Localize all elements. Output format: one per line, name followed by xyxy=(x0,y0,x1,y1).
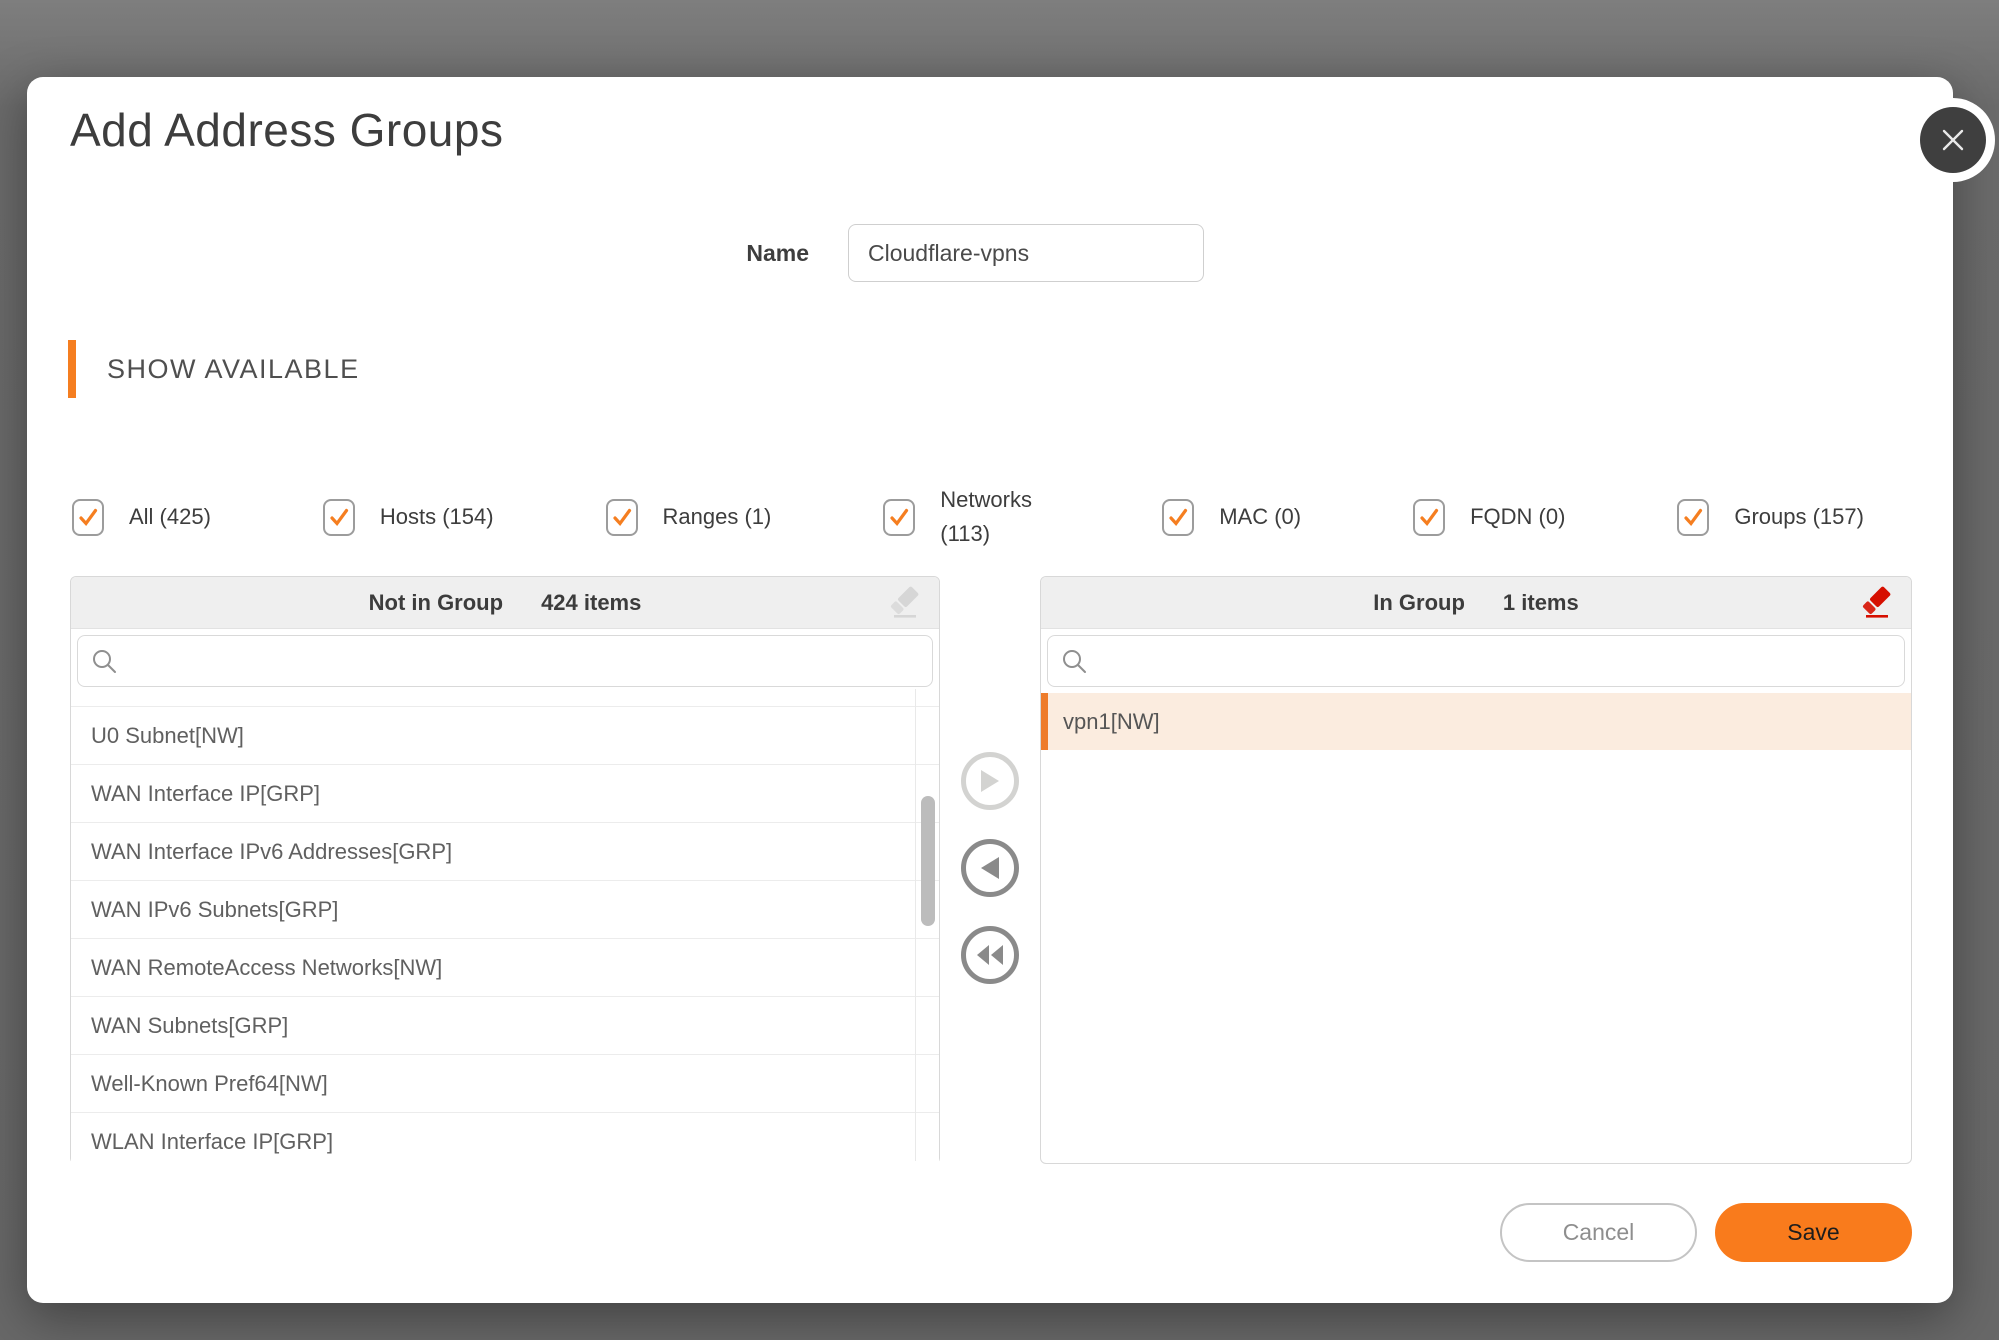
close-button[interactable] xyxy=(1911,98,1995,182)
filter-label: Networks (113) xyxy=(940,483,1050,551)
arrow-left-icon xyxy=(980,857,1000,879)
not-in-group-list: U0 Subnet[NW] WAN Interface IP[GRP] WAN … xyxy=(71,693,939,1170)
list-item[interactable]: WLAN Interface IP[GRP] xyxy=(71,1112,939,1170)
list-item-label: vpn1[NW] xyxy=(1063,709,1160,735)
list-item-label: WAN Interface IP[GRP] xyxy=(91,781,320,807)
not-in-group-search xyxy=(77,635,933,687)
checkbox-checked-icon xyxy=(323,499,355,536)
filter-checkbox-item[interactable]: Groups (157) xyxy=(1677,499,1864,536)
transfer-controls xyxy=(961,752,1019,984)
double-arrow-left-icon xyxy=(976,945,1004,965)
search-icon xyxy=(1061,648,1088,675)
filter-label: Groups (157) xyxy=(1734,500,1864,534)
accent-bar xyxy=(68,340,76,398)
list-item-label: WAN Subnets[GRP] xyxy=(91,1013,288,1039)
checkbox-checked-icon xyxy=(1162,499,1194,536)
move-right-button[interactable] xyxy=(961,752,1019,810)
panel-item-count: 424 items xyxy=(541,590,641,616)
checkbox-checked-icon xyxy=(72,499,104,536)
panel-item-count: 1 items xyxy=(1503,590,1579,616)
clear-list-button[interactable] xyxy=(885,584,925,624)
list-item-label: Well-Known Pref64[NW] xyxy=(91,1071,328,1097)
list-item[interactable]: WAN RemoteAccess Networks[NW] xyxy=(71,938,939,996)
filter-checkbox-item[interactable]: Ranges (1) xyxy=(606,499,772,536)
scrollbar-thumb[interactable] xyxy=(921,796,935,926)
close-icon xyxy=(1920,107,1986,173)
scrollbar-track xyxy=(915,689,916,1161)
checkbox-checked-icon xyxy=(1677,499,1709,536)
save-button[interactable]: Save xyxy=(1715,1203,1912,1262)
page-title: Add Address Groups xyxy=(70,103,503,157)
list-item-label: WAN RemoteAccess Networks[NW] xyxy=(91,955,442,981)
add-address-groups-dialog: Add Address Groups Name SHOW AVAILABLE A… xyxy=(27,77,1953,1303)
panel-title: Not in Group xyxy=(369,590,503,616)
eraser-icon xyxy=(887,586,923,622)
not-in-group-panel: Not in Group 424 items xyxy=(70,576,940,1164)
eraser-icon xyxy=(1859,586,1895,622)
list-item-label: U0 Subnet[NW] xyxy=(91,723,244,749)
list-item[interactable]: WAN Subnets[GRP] xyxy=(71,996,939,1054)
list-item-label: WAN Interface IPv6 Addresses[GRP] xyxy=(91,839,452,865)
checkbox-checked-icon xyxy=(606,499,638,536)
filter-checkbox-item[interactable]: All (425) xyxy=(72,499,211,536)
move-left-button[interactable] xyxy=(961,839,1019,897)
move-all-left-button[interactable] xyxy=(961,926,1019,984)
list-item-label: WAN IPv6 Subnets[GRP] xyxy=(91,897,338,923)
show-available-section: SHOW AVAILABLE xyxy=(68,340,360,398)
in-group-header: In Group 1 items xyxy=(1041,577,1911,629)
filter-label: FQDN (0) xyxy=(1470,500,1565,534)
filter-label: All (425) xyxy=(129,500,211,534)
filter-label: Ranges (1) xyxy=(663,500,772,534)
search-icon xyxy=(91,648,118,675)
not-in-group-header: Not in Group 424 items xyxy=(71,577,939,629)
filter-checkbox-item[interactable]: FQDN (0) xyxy=(1413,499,1565,536)
clear-group-button[interactable] xyxy=(1857,584,1897,624)
filter-checkbox-item[interactable]: Hosts (154) xyxy=(323,499,494,536)
in-group-panel: In Group 1 items vpn1[NW] xyxy=(1040,576,1912,1164)
list-item-label: WLAN Interface IP[GRP] xyxy=(91,1129,333,1155)
search-input[interactable] xyxy=(1098,639,1904,683)
name-field-label: Name xyxy=(627,240,809,267)
name-input[interactable] xyxy=(848,224,1204,282)
filter-checkbox-item[interactable]: MAC (0) xyxy=(1162,499,1301,536)
list-item[interactable]: Well-Known Pref64[NW] xyxy=(71,1054,939,1112)
list-item[interactable]: WAN Interface IP[GRP] xyxy=(71,764,939,822)
list-item[interactable]: WAN IPv6 Subnets[GRP] xyxy=(71,880,939,938)
section-label: SHOW AVAILABLE xyxy=(107,354,360,385)
filter-row: All (425) Hosts (154) Ranges (1) xyxy=(72,467,1864,567)
arrow-right-icon xyxy=(980,770,1000,792)
in-group-selected-item[interactable]: vpn1[NW] xyxy=(1041,693,1911,750)
panel-title: In Group xyxy=(1373,590,1465,616)
list-item[interactable]: U0 Subnet[NW] xyxy=(71,706,939,764)
checkbox-checked-icon xyxy=(1413,499,1445,536)
in-group-search xyxy=(1047,635,1905,687)
checkbox-checked-icon xyxy=(883,499,915,536)
filter-checkbox-item[interactable]: Networks (113) xyxy=(883,483,1050,551)
filter-label: MAC (0) xyxy=(1219,500,1301,534)
search-input[interactable] xyxy=(128,639,932,683)
list-item[interactable]: WAN Interface IPv6 Addresses[GRP] xyxy=(71,822,939,880)
cancel-button[interactable]: Cancel xyxy=(1500,1203,1697,1262)
filter-label: Hosts (154) xyxy=(380,500,494,534)
